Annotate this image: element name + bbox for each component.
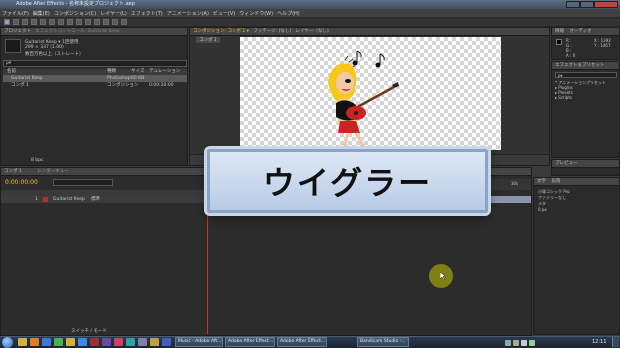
menu-window[interactable]: ウィンドウ(W) bbox=[239, 10, 273, 17]
rectangle-tool-icon[interactable] bbox=[58, 19, 64, 25]
zoom-tool-icon[interactable] bbox=[22, 19, 28, 25]
effects-list: * アニメーションプリセット ▸ Plugins ▸ Presets ▸ Scr… bbox=[555, 80, 619, 100]
item-info-size: 299 × 337 (1.00) bbox=[25, 45, 64, 50]
app-icon-13[interactable] bbox=[162, 338, 171, 346]
composition-panel: コンポジション: コンポ 1 ▾ フッテージ: (なし) レイヤー: (なし) … bbox=[189, 27, 550, 166]
layer-row[interactable]: 1 Guitarist Keep 標準 bbox=[1, 196, 206, 203]
tool-bar bbox=[0, 18, 620, 27]
preview-panel: プレビュー bbox=[551, 159, 620, 176]
list-item[interactable]: ▸ Scripts bbox=[555, 95, 619, 100]
tab-layer[interactable]: レイヤー: (なし) bbox=[295, 29, 328, 34]
pan-behind-tool-icon[interactable] bbox=[49, 19, 55, 25]
eraser-tool-icon[interactable] bbox=[103, 19, 109, 25]
media-player-icon[interactable] bbox=[30, 338, 39, 346]
tab-audio[interactable]: オーディオ bbox=[569, 29, 591, 34]
menu-composition[interactable]: コンポジション(C) bbox=[54, 10, 96, 17]
minimize-button[interactable] bbox=[566, 1, 580, 8]
selection-tool-icon[interactable] bbox=[4, 19, 10, 25]
clone-tool-icon[interactable] bbox=[94, 19, 100, 25]
text-tool-icon[interactable] bbox=[76, 19, 82, 25]
guitarist-character bbox=[328, 50, 399, 160]
folder-icon[interactable] bbox=[66, 338, 75, 346]
caption-text: ウイグラー bbox=[262, 164, 433, 202]
effects-search-input[interactable]: ρ▾ bbox=[555, 72, 617, 78]
roto-brush-tool-icon[interactable] bbox=[112, 19, 118, 25]
app-icon-11[interactable] bbox=[138, 338, 147, 346]
menu-effect[interactable]: エフェクト(T) bbox=[131, 10, 163, 17]
taskbar-task[interactable]: Adobe After Effect... bbox=[277, 337, 327, 347]
app-icon-12[interactable] bbox=[150, 338, 159, 346]
taskbar-task[interactable]: Music - Adobe Aft... bbox=[175, 337, 223, 347]
puppet-tool-icon[interactable] bbox=[121, 19, 127, 25]
tray-icon[interactable] bbox=[505, 340, 511, 346]
tab-footage[interactable]: フッテージ: (なし) bbox=[253, 29, 291, 34]
pen-tool-icon[interactable] bbox=[67, 19, 73, 25]
app-icon-10[interactable] bbox=[126, 338, 135, 346]
paragraph-panel: 文字 段落 小塚ゴシック Pro ファミリーなし メタ 0 px bbox=[533, 177, 620, 335]
music-note-icon bbox=[352, 50, 362, 66]
volume-icon[interactable] bbox=[521, 340, 527, 346]
info-panel: 情報 オーディオ R : G : B : A : 0 X : 1392 Y : … bbox=[551, 27, 620, 60]
explorer-icon[interactable] bbox=[18, 338, 27, 346]
effect-caption-banner: ウイグラー bbox=[207, 149, 488, 213]
tab-info[interactable]: 情報 bbox=[555, 29, 564, 34]
tray-icon[interactable] bbox=[513, 340, 519, 346]
app-icon-9[interactable] bbox=[114, 338, 123, 346]
start-button-icon[interactable] bbox=[2, 337, 13, 348]
close-button[interactable] bbox=[594, 1, 618, 8]
tab-paragraph[interactable]: 段落 bbox=[551, 179, 560, 184]
menu-animation[interactable]: アニメーション(A) bbox=[167, 10, 209, 17]
show-desktop-button[interactable] bbox=[612, 337, 619, 347]
stroke-width-field[interactable]: 0 px bbox=[538, 207, 547, 212]
timeline-mode-toggle[interactable]: スイッチ / モード bbox=[71, 328, 107, 334]
tab-comp-timeline[interactable]: コンポ 1 bbox=[4, 169, 22, 174]
menu-bar: ファイル(F) 編集(E) コンポジション(C) レイヤー(L) エフェクト(T… bbox=[0, 9, 620, 18]
mouse-pointer-icon bbox=[440, 272, 446, 280]
maximize-button[interactable] bbox=[580, 1, 594, 8]
rotate-tool-icon[interactable] bbox=[31, 19, 37, 25]
taskbar-task[interactable]: Bandicam Studio -... bbox=[357, 337, 409, 347]
menu-edit[interactable]: 編集(E) bbox=[33, 10, 50, 17]
network-icon[interactable] bbox=[529, 340, 535, 346]
tab-render-queue[interactable]: レンダーキュー bbox=[37, 169, 69, 174]
timeline-timecode[interactable]: 0:00:00:00 bbox=[5, 179, 38, 186]
tab-composition[interactable]: コンポジション: コンポ 1 ▾ bbox=[193, 29, 249, 34]
app-icon-7[interactable] bbox=[90, 338, 99, 346]
timeline-search-input[interactable] bbox=[53, 179, 113, 186]
project-row[interactable]: Guitarist Keep Photoshop 60 KB bbox=[3, 75, 187, 82]
menu-layer[interactable]: レイヤー(L) bbox=[100, 10, 127, 17]
tab-character[interactable]: 文字 bbox=[537, 179, 546, 184]
window-title: Adobe After Effects - 名称未設定プロジェクト.aep bbox=[0, 0, 620, 9]
footage-thumbnail bbox=[5, 39, 21, 53]
effects-presets-panel: エフェクト＆プリセット ρ▾ * アニメーションプリセット ▸ Plugins … bbox=[551, 61, 620, 158]
project-row[interactable]: コンポ 1 コンポジション 0:00:30:00 bbox=[3, 82, 187, 89]
browser-icon[interactable] bbox=[42, 338, 51, 346]
chrome-icon[interactable] bbox=[54, 338, 63, 346]
app-icon-8[interactable] bbox=[102, 338, 111, 346]
taskbar-task[interactable]: Adobe After Effect... bbox=[225, 337, 275, 347]
project-search-input[interactable]: ρ▾ bbox=[3, 60, 187, 67]
bit-depth-label[interactable]: 8 bpc bbox=[31, 158, 43, 163]
menu-file[interactable]: ファイル(F) bbox=[2, 10, 29, 17]
music-note-icon bbox=[375, 53, 385, 68]
project-panel: プロジェクト エフェクトコントロール: Guitarist Keep Guita… bbox=[0, 27, 188, 166]
color-swatch bbox=[556, 39, 562, 45]
info-a: A : 0 bbox=[566, 53, 576, 58]
tab-effects-presets[interactable]: エフェクト＆プリセット bbox=[552, 62, 619, 70]
menu-view[interactable]: ビュー(V) bbox=[213, 10, 235, 17]
hand-tool-icon[interactable] bbox=[13, 19, 19, 25]
camera-tool-icon[interactable] bbox=[40, 19, 46, 25]
info-y: Y : 1467 bbox=[594, 43, 611, 48]
comp-sub-tab[interactable]: コンポ 1 bbox=[196, 37, 220, 43]
project-panel-tab[interactable]: プロジェクト エフェクトコントロール: Guitarist Keep bbox=[1, 28, 187, 36]
menu-help[interactable]: ヘルプ(H) bbox=[277, 10, 300, 17]
taskbar-clock[interactable]: 12:11 bbox=[592, 339, 606, 345]
layer-color-label[interactable] bbox=[43, 197, 48, 202]
composition-panel-tabs: コンポジション: コンポ 1 ▾ フッテージ: (なし) レイヤー: (なし) bbox=[190, 28, 549, 36]
tab-preview[interactable]: プレビュー bbox=[552, 160, 619, 168]
ie-icon[interactable] bbox=[78, 338, 87, 346]
brush-tool-icon[interactable] bbox=[85, 19, 91, 25]
item-info-color: 数百万色以上（ストレート） bbox=[25, 52, 84, 57]
